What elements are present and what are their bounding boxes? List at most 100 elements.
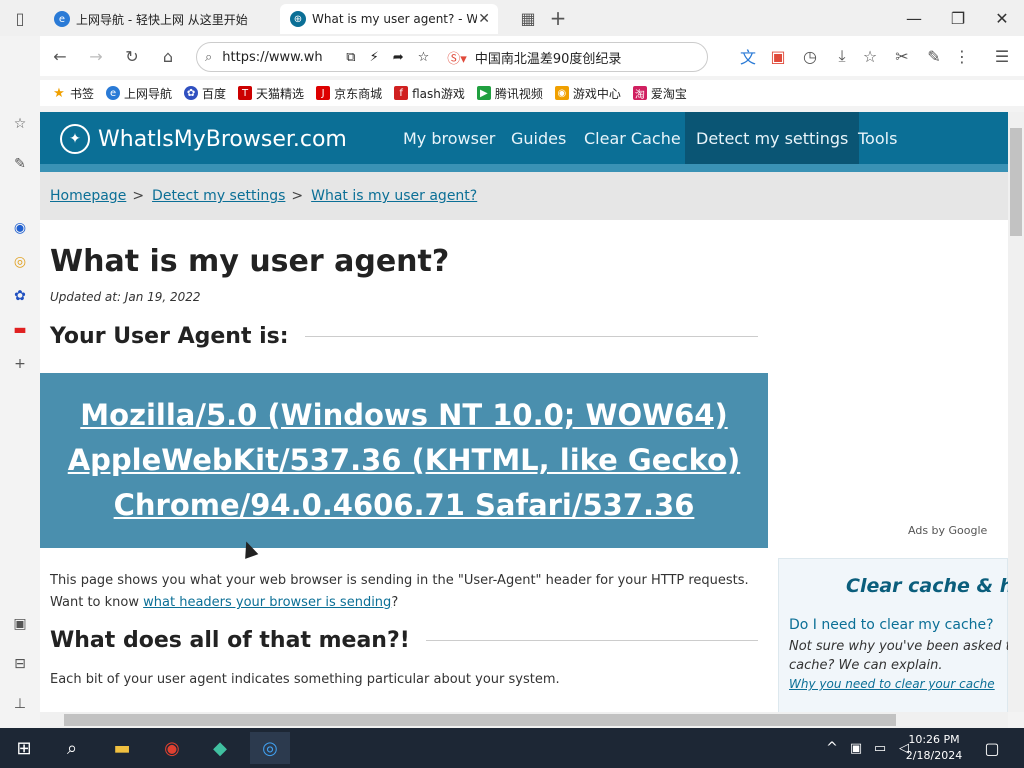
section-heading: What does all of that mean?!: [50, 628, 758, 653]
favorites-star-icon[interactable]: ☆: [8, 112, 32, 136]
baidu-icon: ✿: [184, 86, 199, 100]
bookmark-item[interactable]: f flash游戏: [394, 85, 465, 102]
bookmark-item[interactable]: ★ 书签: [52, 85, 94, 102]
nav-my-browser[interactable]: My browser: [392, 112, 506, 164]
nav-guides[interactable]: Guides: [500, 112, 577, 164]
tab-user-agent[interactable]: ⊕ What is my user agent? - What ✕: [280, 4, 498, 34]
game-center-icon: ◉: [554, 86, 569, 100]
app-icon[interactable]: ▬: [8, 318, 32, 342]
ad-title: Clear cache & his: [846, 575, 1008, 597]
search-app-icon[interactable]: ◉: [8, 216, 32, 240]
home-icon[interactable]: ⌂: [156, 44, 180, 68]
pen-icon[interactable]: ✎: [922, 44, 946, 68]
taobao-icon: 淘: [632, 86, 647, 101]
pdf-icon[interactable]: ▣: [766, 44, 790, 68]
tab-label: What is my user agent? - What: [312, 12, 477, 26]
bookmark-label: 爱淘宝: [650, 86, 687, 101]
tab-label: 上网导航 - 轻快上网 从这里开始: [76, 12, 248, 27]
share-icon[interactable]: ➦: [393, 50, 404, 65]
bookmark-item[interactable]: e 上网导航: [106, 85, 172, 102]
close-window-icon[interactable]: ✕: [980, 0, 1024, 36]
site-logo[interactable]: ✦ WhatIsMyBrowser.com: [60, 124, 347, 154]
ads-label: Ads by Google: [908, 524, 988, 537]
sidebar-toggle-icon[interactable]: ▯: [8, 6, 32, 30]
search-icon[interactable]: ⌕: [52, 732, 92, 764]
more-icon[interactable]: ⋮: [950, 44, 974, 68]
menu-icon[interactable]: ☰: [990, 44, 1014, 68]
jd-icon: J: [316, 86, 331, 100]
screenshot-icon[interactable]: ✂: [890, 44, 914, 68]
breadcrumb-current[interactable]: What is my user agent?: [311, 188, 477, 204]
heading-text: Your User Agent is:: [50, 324, 289, 349]
breadcrumb-detect-settings[interactable]: Detect my settings: [152, 188, 285, 204]
lightning-icon[interactable]: ⚡: [370, 50, 379, 65]
vertical-scroll-thumb[interactable]: [1010, 128, 1022, 236]
translate-page-icon[interactable]: ⧉: [346, 50, 355, 65]
clear-cache-ad: Clear cache & his Do I need to clear my …: [778, 558, 1008, 712]
clock-date: 2/18/2024: [905, 749, 963, 762]
forward-icon[interactable]: →: [84, 44, 108, 68]
restore-icon[interactable]: ❐: [936, 0, 980, 36]
back-icon[interactable]: ←: [48, 44, 72, 68]
bookmark-label: 百度: [202, 86, 227, 101]
wallet-icon[interactable]: ▣: [8, 612, 32, 636]
ad-question[interactable]: Do I need to clear my cache?: [789, 617, 994, 633]
bookmark-item[interactable]: J 京东商城: [316, 85, 382, 102]
tab-shanghai-nav[interactable]: e 上网导航 - 轻快上网 从这里开始: [44, 4, 276, 34]
tab-grid-icon[interactable]: ▦: [516, 6, 540, 30]
nav-detect-settings[interactable]: Detect my settings: [685, 112, 860, 164]
page-viewport: ✦ WhatIsMyBrowser.com My browser Guides …: [40, 112, 1008, 712]
url-text[interactable]: https://www.wh: [222, 50, 332, 65]
section-heading: Your User Agent is:: [50, 324, 758, 349]
bookmark-item[interactable]: ◉ 游戏中心: [554, 85, 621, 102]
user-agent-link[interactable]: Mozilla/5.0 (Windows NT 10.0; WOW64) App…: [64, 393, 744, 528]
horizontal-scroll-thumb[interactable]: [64, 714, 896, 726]
windows-start-icon[interactable]: ⊞: [4, 732, 44, 764]
clock[interactable]: 10:26 PM 2/18/2024: [904, 732, 964, 764]
minimize-icon[interactable]: —: [892, 0, 936, 36]
bookmark-item[interactable]: ✿ 百度: [184, 85, 226, 102]
bookmark-item[interactable]: T 天猫精选: [238, 85, 304, 102]
app-icon[interactable]: ◆: [200, 732, 240, 764]
reload-icon[interactable]: ↻: [120, 44, 144, 68]
file-explorer-icon[interactable]: ▬: [102, 732, 142, 764]
translate-icon[interactable]: 文: [736, 44, 760, 68]
browser-taskbar-icon[interactable]: ◎: [250, 732, 290, 764]
ad-link[interactable]: Why you need to clear your cache: [789, 677, 995, 691]
search-engine-icon[interactable]: Ⓢ▾: [447, 48, 467, 67]
bookmark-label: 天猫精选: [256, 86, 305, 101]
pin-icon[interactable]: ⊥: [8, 692, 32, 716]
bookmark-star-icon[interactable]: ☆: [418, 50, 430, 65]
app-icon[interactable]: ◎: [8, 250, 32, 274]
intro-suffix: ?: [391, 595, 399, 610]
breadcrumb-separator: >: [132, 188, 145, 204]
meaning-text: Each bit of your user agent indicates so…: [50, 672, 560, 687]
ad-description: Not sure why you've been asked to cache?…: [789, 639, 1008, 673]
bookmark-item[interactable]: 淘爱淘宝: [632, 85, 687, 102]
intro-line: Want to know what headers your browser i…: [50, 592, 750, 614]
baidu-icon[interactable]: ✿: [8, 284, 32, 308]
close-tab-icon[interactable]: ✕: [478, 11, 490, 27]
star-icon: ★: [53, 85, 65, 101]
notification-icon[interactable]: ▢: [972, 732, 1012, 764]
download-icon[interactable]: ⤓: [830, 44, 854, 68]
new-tab-button[interactable]: +: [546, 6, 570, 30]
chrome-icon[interactable]: ◉: [152, 732, 192, 764]
nav-tools[interactable]: Tools: [847, 112, 908, 164]
intro-line: This page shows you what your web browse…: [50, 573, 749, 588]
left-sidebar: ☆ ✎ ◉ ◎ ✿ ▬ + ▣ ⊟ ⊥: [0, 36, 40, 728]
breadcrumb-homepage[interactable]: Homepage: [50, 188, 126, 204]
favorites-icon[interactable]: ☆: [858, 44, 882, 68]
headers-link[interactable]: what headers your browser is sending: [143, 595, 391, 610]
tab-bar: ▯ e 上网导航 - 轻快上网 从这里开始 ⊕ What is my user …: [0, 0, 1024, 36]
search-suggestion[interactable]: 中国南北温差90度创纪录: [475, 48, 622, 67]
bookmark-item[interactable]: ▶ 腾讯视频: [476, 85, 543, 102]
history-icon[interactable]: ◷: [798, 44, 822, 68]
breadcrumb: Homepage > Detect my settings > What is my…: [40, 172, 1008, 220]
notes-icon[interactable]: ✎: [8, 152, 32, 176]
box-icon[interactable]: ⊟: [8, 652, 32, 676]
nav-clear-cache[interactable]: Clear Cache: [573, 112, 692, 164]
address-bar[interactable]: ⌕ https://www.wh ⧉ ⚡ ➦ ☆ Ⓢ▾ 中国南北温差90度创纪录: [196, 42, 708, 72]
site-nav: ✦ WhatIsMyBrowser.com My browser Guides …: [40, 112, 1008, 164]
add-icon[interactable]: +: [8, 352, 32, 376]
